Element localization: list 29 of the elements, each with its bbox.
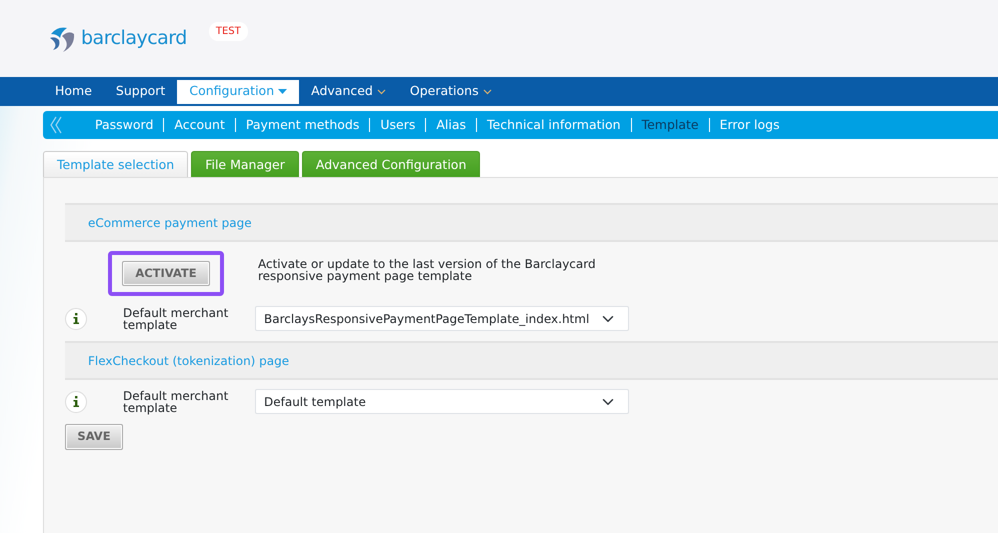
save-button[interactable]: SAVE [65, 424, 123, 450]
nav-menu-item[interactable]: Configuration [177, 80, 300, 104]
info-icon[interactable] [65, 390, 87, 412]
subnav-link[interactable]: Template [630, 118, 709, 132]
nav-menu-item[interactable]: Support [104, 80, 178, 104]
activate-button[interactable]: ACTIVATE [122, 261, 210, 286]
template-dropdown[interactable]: BarclaysResponsivePaymentPageTemplate_index.html [255, 306, 629, 331]
field-label: Default merchant template [123, 390, 230, 414]
tab[interactable]: Advanced Configuration [302, 151, 480, 177]
subnav-link[interactable]: Technical information [476, 118, 631, 132]
section-title: FlexCheckout (tokenization) page [88, 352, 290, 370]
tab[interactable]: File Manager [191, 151, 299, 177]
tab[interactable]: Template selection [43, 151, 188, 177]
subnav-link[interactable]: Error logs [708, 118, 790, 132]
field-label: Default merchant template [123, 306, 230, 330]
subnav-link[interactable]: Alias [425, 118, 476, 132]
logo: barclaycard [47, 24, 187, 54]
section-title: eCommerce payment page [88, 214, 252, 232]
subnav-link[interactable]: Account [163, 118, 235, 132]
nav-menu-item[interactable]: Advanced [299, 80, 398, 104]
nav-menu-item[interactable]: Operations [398, 80, 504, 104]
environment-badge: TEST [208, 22, 248, 41]
nav-menu-item[interactable]: Home [43, 80, 104, 104]
subnav-link[interactable]: Password [85, 118, 164, 132]
template-dropdown[interactable]: Default template [255, 389, 629, 414]
description-text: Activate or update to the last version of the Barclaycard responsive payment page template [258, 258, 597, 282]
info-icon[interactable] [65, 308, 87, 330]
subnav-link[interactable]: Payment methods [234, 118, 370, 132]
subnav-link[interactable]: Users [369, 118, 426, 132]
